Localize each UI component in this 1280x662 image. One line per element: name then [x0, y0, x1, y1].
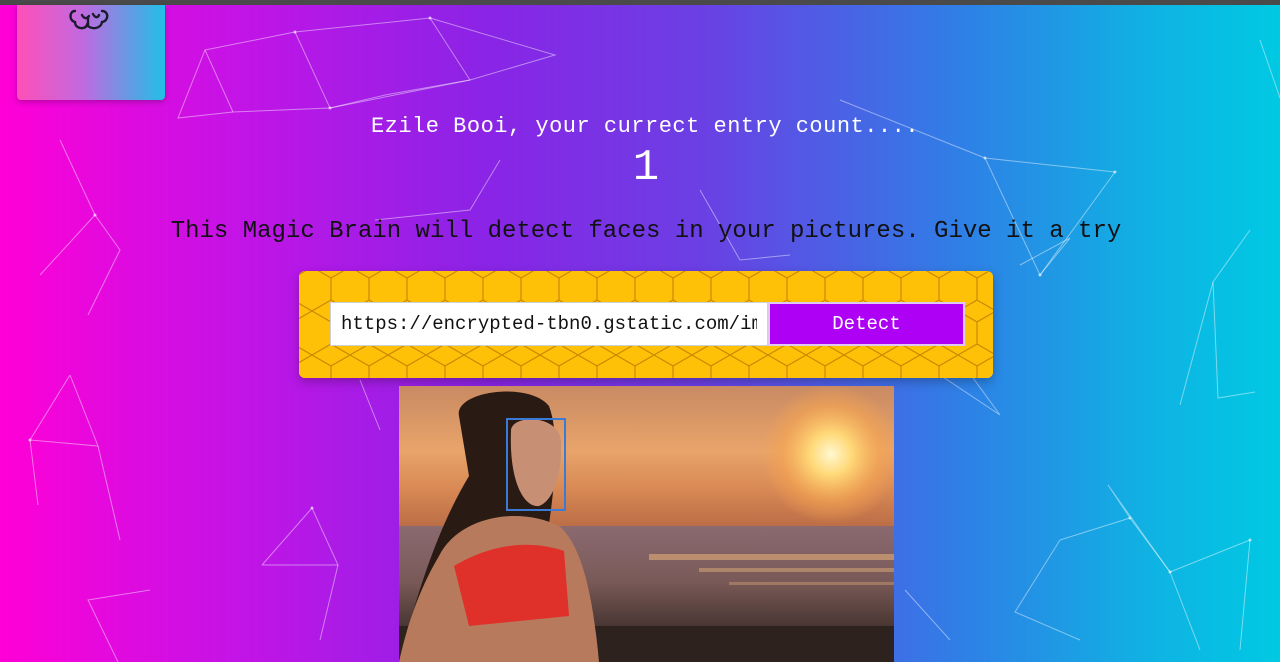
face-bounding-box — [506, 418, 566, 511]
image-url-input[interactable] — [330, 302, 768, 346]
result-image — [399, 386, 894, 662]
entry-count-label: Ezile Booi, your currect entry count.... — [370, 114, 920, 139]
detect-button[interactable]: Detect — [768, 302, 965, 346]
image-link-form: Detect — [299, 271, 993, 378]
brain-icon — [69, 9, 109, 30]
logo[interactable] — [17, 5, 165, 100]
entry-count-value: 1 — [632, 143, 660, 193]
tagline: This Magic Brain will detect faces in yo… — [170, 218, 1122, 245]
sunset-portrait-image — [399, 386, 894, 662]
